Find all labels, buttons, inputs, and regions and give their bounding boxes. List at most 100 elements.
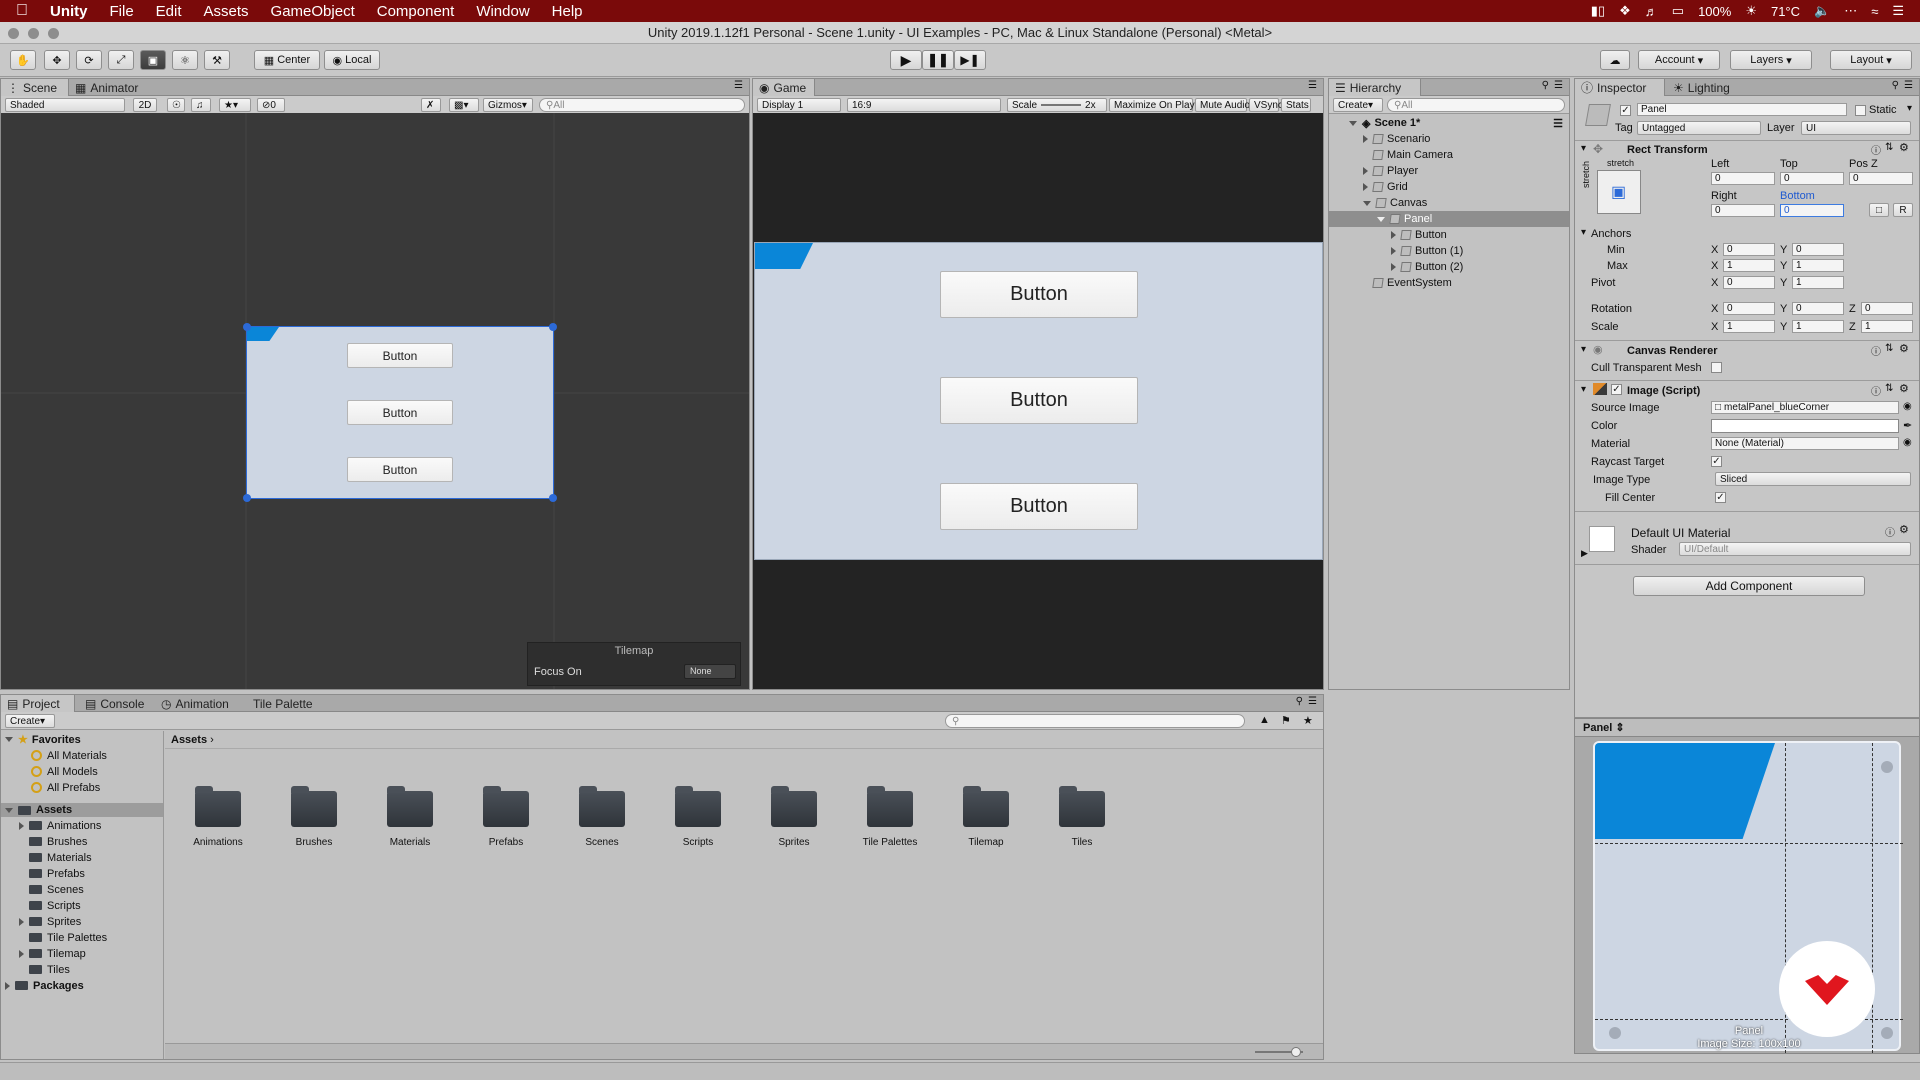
- asset-folder-scenes[interactable]: Scenes: [29, 883, 84, 896]
- collapse-icon[interactable]: ▾: [1581, 384, 1586, 395]
- left-field[interactable]: 0: [1711, 172, 1775, 185]
- focus-on-dropdown[interactable]: None: [684, 664, 736, 679]
- expand-icon[interactable]: [1391, 231, 1396, 239]
- play-button[interactable]: ▶: [890, 50, 922, 70]
- image-type-dropdown[interactable]: Sliced: [1715, 472, 1911, 486]
- scene-tools-button[interactable]: ✗: [421, 98, 441, 112]
- panel-menu-icon[interactable]: ☰: [1554, 80, 1563, 91]
- object-picker-icon[interactable]: ◉: [1903, 401, 1912, 412]
- hierarchy-item-eventsystem[interactable]: EventSystem: [1329, 275, 1569, 291]
- rotation-x-field[interactable]: 0: [1723, 302, 1775, 315]
- gear-icon[interactable]: ⚙: [1899, 141, 1909, 154]
- expand-icon[interactable]: [5, 981, 10, 990]
- right-field[interactable]: 0: [1711, 204, 1775, 217]
- account-dropdown[interactable]: Account ▾: [1638, 50, 1720, 70]
- gear-icon[interactable]: ⚙: [1899, 523, 1909, 536]
- collapse-icon[interactable]: ▾: [1581, 143, 1586, 154]
- collapse-icon[interactable]: ▾: [1581, 227, 1586, 238]
- scene-button-1[interactable]: Button: [347, 343, 453, 368]
- static-dropdown-icon[interactable]: ▾: [1907, 103, 1912, 114]
- lock-icon[interactable]: ⚲: [1892, 80, 1899, 91]
- lock-icon[interactable]: ⚲: [1542, 80, 1549, 91]
- menu-window[interactable]: Window: [476, 3, 529, 20]
- help-icon[interactable]: ⓘ: [1871, 142, 1881, 157]
- lighting-toggle[interactable]: ☉: [167, 98, 185, 112]
- audio-toggle[interactable]: ♫: [191, 98, 211, 112]
- object-picker-icon[interactable]: ◉: [1903, 437, 1912, 448]
- close-window-button[interactable]: [8, 28, 19, 39]
- move-tool-button[interactable]: ✥: [44, 50, 70, 70]
- game-button-1[interactable]: Button: [940, 271, 1138, 318]
- tab-hierarchy[interactable]: ☰ Hierarchy: [1329, 79, 1421, 96]
- expand-icon[interactable]: [1363, 200, 1371, 206]
- step-button[interactable]: ▶❚: [954, 50, 986, 70]
- anchor-max-y-field[interactable]: 1: [1792, 259, 1844, 272]
- scene-button-3[interactable]: Button: [347, 457, 453, 482]
- top-field[interactable]: 0: [1780, 172, 1844, 185]
- folder-scenes[interactable]: [579, 786, 625, 827]
- favorite-all-materials[interactable]: All Materials: [31, 749, 107, 762]
- scene-panel-object[interactable]: Button Button Button: [243, 323, 557, 502]
- hierarchy-create-dropdown[interactable]: Create ▾: [1333, 98, 1383, 112]
- collapse-icon[interactable]: ▾: [1581, 344, 1586, 355]
- posz-field[interactable]: 0: [1849, 172, 1913, 185]
- gear-icon[interactable]: ⚙: [1899, 342, 1909, 355]
- scene-button-2[interactable]: Button: [347, 400, 453, 425]
- tab-project[interactable]: ▤ Project: [1, 695, 75, 712]
- game-button-3[interactable]: Button: [940, 483, 1138, 530]
- layers-dropdown[interactable]: Layers ▾: [1730, 50, 1812, 70]
- hierarchy-item-grid[interactable]: Grid: [1329, 179, 1569, 195]
- scale-x-field[interactable]: 1: [1723, 320, 1775, 333]
- mute-audio-toggle[interactable]: Mute Audio: [1195, 98, 1250, 112]
- hierarchy-item-scenario[interactable]: Scenario: [1329, 131, 1569, 147]
- asset-folder-materials[interactable]: Materials: [29, 851, 92, 864]
- collab-button[interactable]: ☁: [1600, 50, 1630, 70]
- favorite-all-prefabs[interactable]: All Prefabs: [31, 781, 100, 794]
- eyedropper-icon[interactable]: ✒: [1903, 419, 1912, 432]
- display-dropdown[interactable]: Display 1: [757, 98, 841, 112]
- breadcrumb-assets[interactable]: Assets: [171, 734, 207, 746]
- hierarchy-search-input[interactable]: ⚲ All: [1387, 98, 1565, 112]
- tab-animator[interactable]: ▦ Animator: [69, 79, 149, 96]
- speaker-icon[interactable]: 🔈: [1814, 3, 1830, 19]
- help-icon[interactable]: ⓘ: [1885, 524, 1895, 539]
- tab-game[interactable]: ◉ Game: [753, 79, 815, 96]
- stats-toggle[interactable]: Stats: [1281, 98, 1311, 112]
- pivot-y-field[interactable]: 1: [1792, 276, 1844, 289]
- folder-brushes[interactable]: [291, 786, 337, 827]
- gear-icon[interactable]: ⚙: [1899, 382, 1909, 395]
- expand-icon[interactable]: [1391, 263, 1396, 271]
- pivot-space-button[interactable]: ◉ Local: [324, 50, 380, 70]
- shading-mode-dropdown[interactable]: Shaded: [5, 98, 125, 112]
- menu-app-name[interactable]: Unity: [50, 3, 88, 20]
- preview-header[interactable]: Panel ⇕: [1575, 719, 1919, 737]
- custom-tool-button[interactable]: ⚒: [204, 50, 230, 70]
- expand-icon[interactable]: [5, 737, 13, 742]
- folder-tilemap[interactable]: [963, 786, 1009, 827]
- menu-gameobject[interactable]: GameObject: [271, 3, 355, 20]
- scale-tool-button[interactable]: ⤢: [108, 50, 134, 70]
- hierarchy-item-panel[interactable]: Panel: [1329, 211, 1569, 227]
- asset-folder-brushes[interactable]: Brushes: [29, 835, 87, 848]
- panel-menu-icon[interactable]: ☰: [1308, 696, 1317, 707]
- layer-dropdown[interactable]: UI: [1801, 121, 1911, 135]
- project-search-input[interactable]: ⚲: [945, 714, 1245, 728]
- project-create-dropdown[interactable]: Create ▾: [5, 714, 55, 728]
- asset-folder-animations[interactable]: Animations: [19, 819, 101, 832]
- transform-tool-button[interactable]: ⚛: [172, 50, 198, 70]
- toggle-2d-button[interactable]: 2D: [133, 98, 157, 112]
- rect-handle-bottom-right[interactable]: [549, 494, 557, 502]
- expand-icon[interactable]: [1391, 247, 1396, 255]
- tab-scene[interactable]: ⋮ Scene: [1, 79, 69, 96]
- pivot-x-field[interactable]: 0: [1723, 276, 1775, 289]
- expand-icon[interactable]: [19, 917, 24, 926]
- filter-type-icon[interactable]: ▲: [1259, 714, 1270, 726]
- filter-label-icon[interactable]: ⚑: [1281, 714, 1291, 727]
- scene-menu-icon[interactable]: ☰: [1553, 117, 1563, 130]
- wifi-icon[interactable]: ≈: [1871, 4, 1878, 19]
- hierarchy-item-main-camera[interactable]: Main Camera: [1329, 147, 1569, 163]
- hierarchy-item-button-2[interactable]: Button (2): [1329, 259, 1569, 275]
- expand-icon[interactable]: [1377, 216, 1385, 222]
- anchor-presets-button[interactable]: ▣: [1597, 170, 1641, 214]
- game-viewport[interactable]: Button Button Button: [753, 113, 1323, 689]
